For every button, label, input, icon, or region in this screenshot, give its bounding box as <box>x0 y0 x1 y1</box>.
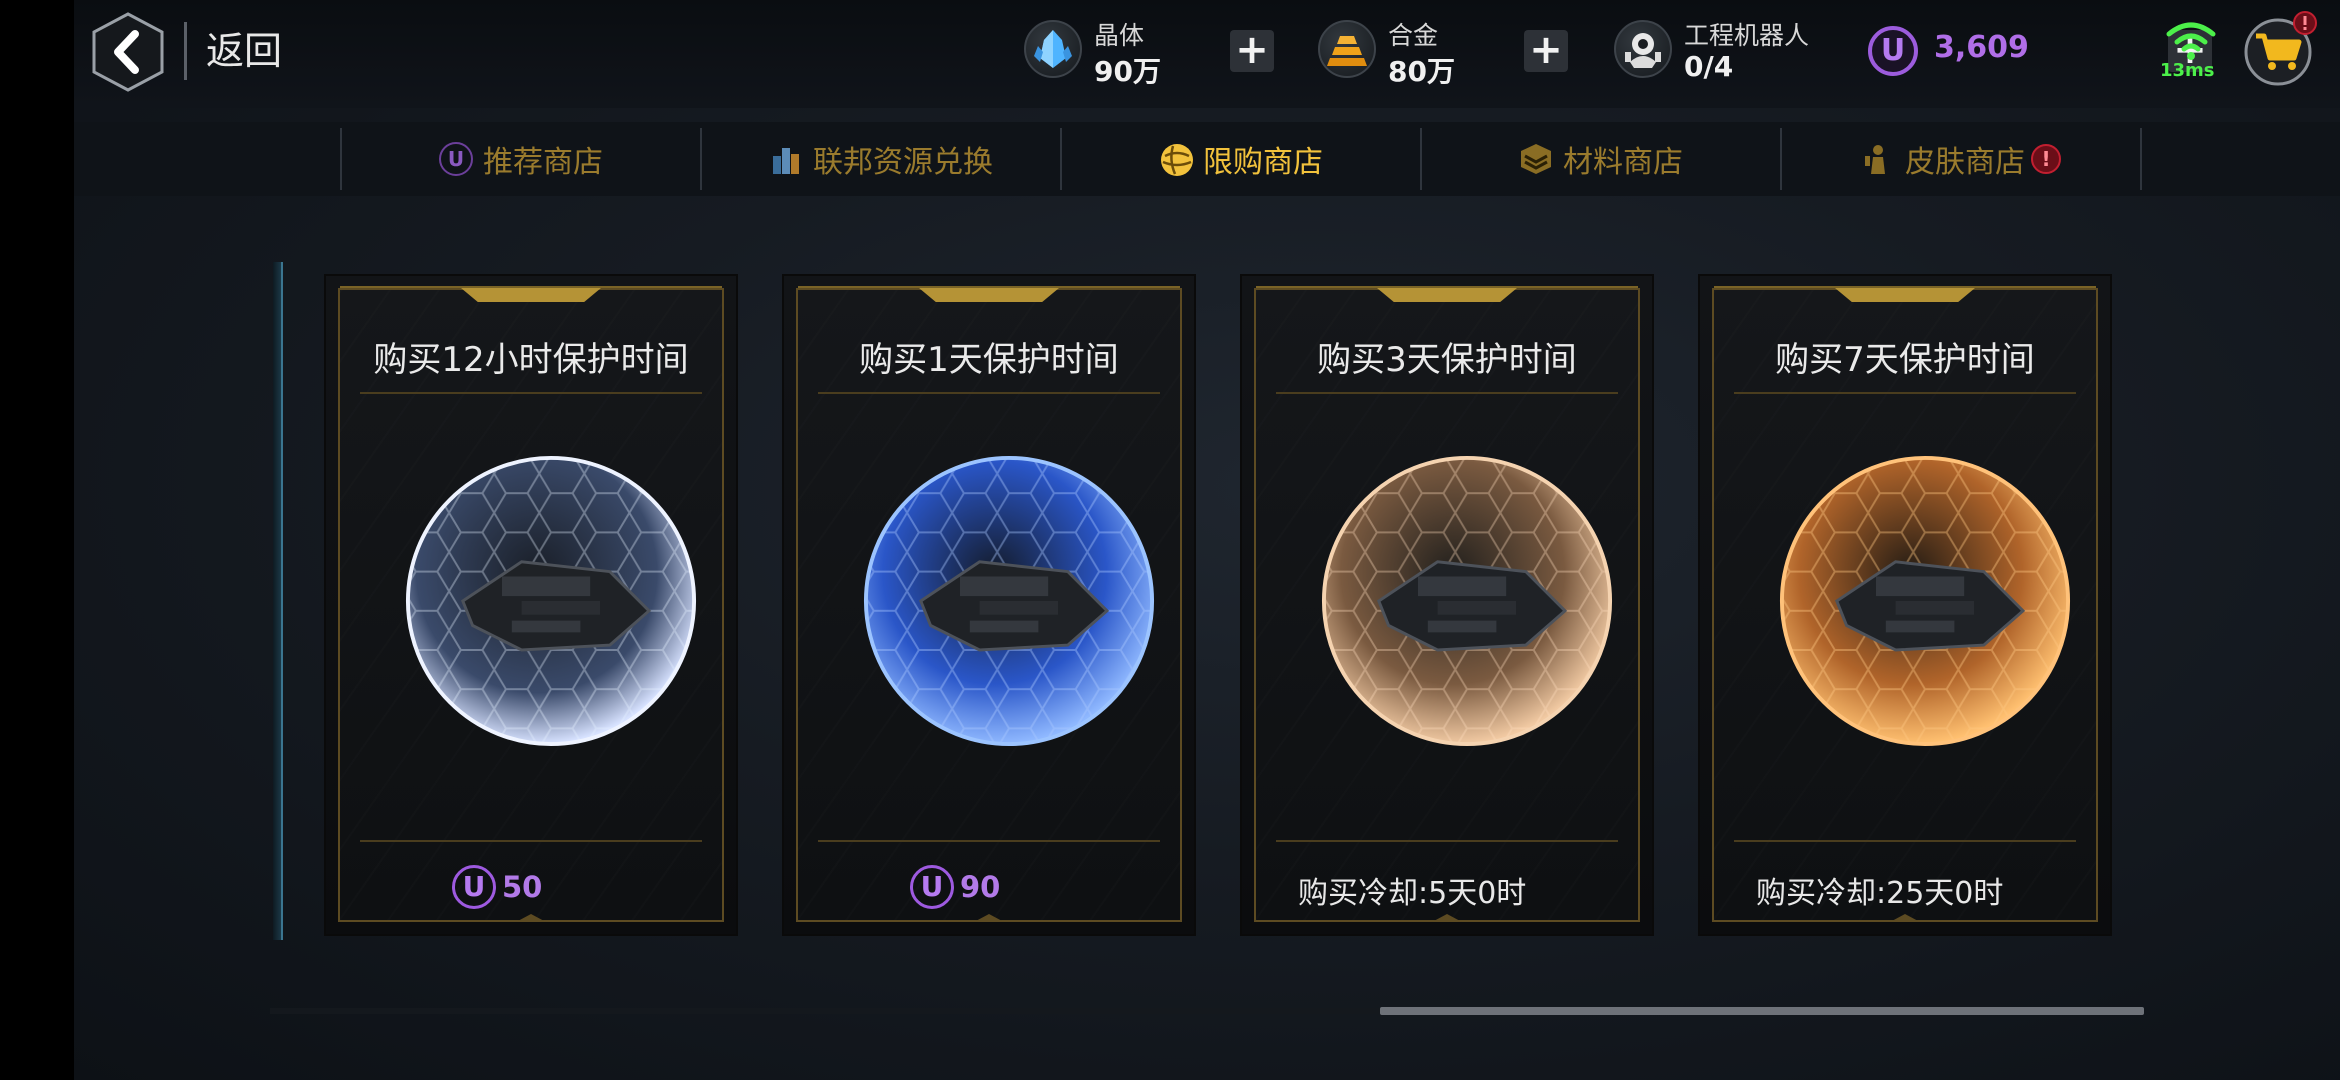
crystal-label: 晶体 <box>1094 21 1145 50</box>
divider <box>1276 392 1618 394</box>
shop-tabs: U 推荐商店 联邦资源兑换 限购商店 材料商店 皮肤商店 ! <box>74 122 2340 196</box>
robot-icon <box>1614 20 1672 78</box>
ping-label: 13ms <box>2160 60 2215 81</box>
alloy-label: 合金 <box>1388 21 1439 50</box>
horizontal-scrollbar-thumb[interactable] <box>1380 1007 2144 1015</box>
limited-globe-icon <box>1159 142 1193 176</box>
shop-item-card[interactable]: 购买7天保护时间 购买冷却:25天0时 <box>1698 274 2112 936</box>
top-bar: 返回 晶体 90万 + 合金 80万 + 工程机器人 0/4 U 3,609 +… <box>74 0 2340 108</box>
robot-value: 0/4 <box>1684 50 1734 83</box>
alert-badge-icon: ! <box>2031 144 2061 174</box>
title-divider <box>184 22 187 80</box>
tab-label: 材料商店 <box>1563 145 1683 180</box>
card-top-line <box>798 286 1180 288</box>
divider <box>1734 840 2076 842</box>
divider <box>360 392 702 394</box>
card-frame: 购买3天保护时间 购买冷却:5天0时 <box>1254 286 1640 922</box>
purchase-cooldown: 购买冷却:5天0时 <box>1298 876 1527 911</box>
tab-federation-exchange[interactable]: 联邦资源兑换 <box>702 122 1060 196</box>
notification-badge-icon <box>2293 11 2317 35</box>
shield-bubble-icon <box>405 455 697 747</box>
tab-divider <box>2140 128 2142 190</box>
u-coin-amount: 3,609 <box>1934 30 2029 65</box>
shop-screen: 返回 晶体 90万 + 合金 80万 + 工程机器人 0/4 U 3,609 +… <box>74 0 2340 1080</box>
shop-item-card[interactable]: 购买12小时保护时间 U 50 <box>324 274 738 936</box>
card-frame: 购买7天保护时间 购买冷却:25天0时 <box>1712 286 2098 922</box>
skin-figure-icon <box>1861 142 1895 176</box>
tab-limited-shop[interactable]: 限购商店 <box>1062 122 1420 196</box>
divider <box>818 392 1160 394</box>
tab-recommended-shop[interactable]: U 推荐商店 <box>342 122 700 196</box>
cart-button[interactable] <box>2242 11 2317 86</box>
divider <box>818 840 1160 842</box>
card-frame: 购买12小时保护时间 U 50 <box>338 286 724 922</box>
material-crate-icon <box>1519 142 1553 176</box>
card-title: 购买12小时保护时间 <box>373 340 689 380</box>
divider <box>360 840 702 842</box>
robot-label: 工程机器人 <box>1684 21 1810 50</box>
crystal-icon <box>1024 20 1082 78</box>
u-coin-icon: U <box>439 142 473 176</box>
u-coin-icon: U <box>1868 26 1918 76</box>
add-alloy-button[interactable]: + <box>1524 30 1568 72</box>
alloy-value: 80万 <box>1388 55 1455 88</box>
u-coin-icon: U <box>910 865 954 909</box>
tab-label: 推荐商店 <box>483 145 603 180</box>
card-bottom-notch <box>974 914 1004 922</box>
shield-bubble-icon <box>1779 455 2071 747</box>
divider <box>1734 392 2076 394</box>
card-top-line <box>1714 286 2096 288</box>
shield-bubble-icon <box>863 455 1155 747</box>
divider <box>1276 840 1618 842</box>
previous-card-edge <box>273 262 283 940</box>
buildings-icon <box>769 142 803 176</box>
back-button[interactable] <box>88 10 168 94</box>
card-title: 购买1天保护时间 <box>859 340 1119 380</box>
tab-label: 限购商店 <box>1203 145 1323 180</box>
card-top-tab <box>1835 288 1975 302</box>
card-bottom-notch <box>1432 914 1462 922</box>
u-coin-icon: U <box>452 865 496 909</box>
tab-label: 联邦资源兑换 <box>813 145 993 180</box>
price: U 50 <box>452 862 542 912</box>
card-top-tab <box>461 288 601 302</box>
card-top-tab <box>919 288 1059 302</box>
card-bottom-notch <box>1890 914 1920 922</box>
back-arrow-icon <box>92 12 164 92</box>
tab-skin-shop[interactable]: 皮肤商店 ! <box>1782 122 2140 196</box>
crystal-value: 90万 <box>1094 55 1161 88</box>
card-top-line <box>340 286 722 288</box>
alloy-icon <box>1318 20 1376 78</box>
card-frame: 购买1天保护时间 U 90 <box>796 286 1182 922</box>
shield-bubble-icon <box>1321 455 1613 747</box>
add-crystal-button[interactable]: + <box>1230 30 1274 72</box>
shop-item-card[interactable]: 购买3天保护时间 购买冷却:5天0时 <box>1240 274 1654 936</box>
price-value: 50 <box>502 870 543 904</box>
price: U 90 <box>910 862 1000 912</box>
card-bottom-notch <box>516 914 546 922</box>
shop-item-card[interactable]: 购买1天保护时间 U 90 <box>782 274 1196 936</box>
price-value: 90 <box>960 870 1001 904</box>
back-label[interactable]: 返回 <box>206 26 282 76</box>
tab-label: 皮肤商店 <box>1905 145 2025 180</box>
card-top-line <box>1256 286 1638 288</box>
card-title: 购买3天保护时间 <box>1317 340 1577 380</box>
card-title: 购买7天保护时间 <box>1775 340 2035 380</box>
card-top-tab <box>1377 288 1517 302</box>
purchase-cooldown: 购买冷却:25天0时 <box>1756 876 2004 911</box>
tab-material-shop[interactable]: 材料商店 <box>1422 122 1780 196</box>
